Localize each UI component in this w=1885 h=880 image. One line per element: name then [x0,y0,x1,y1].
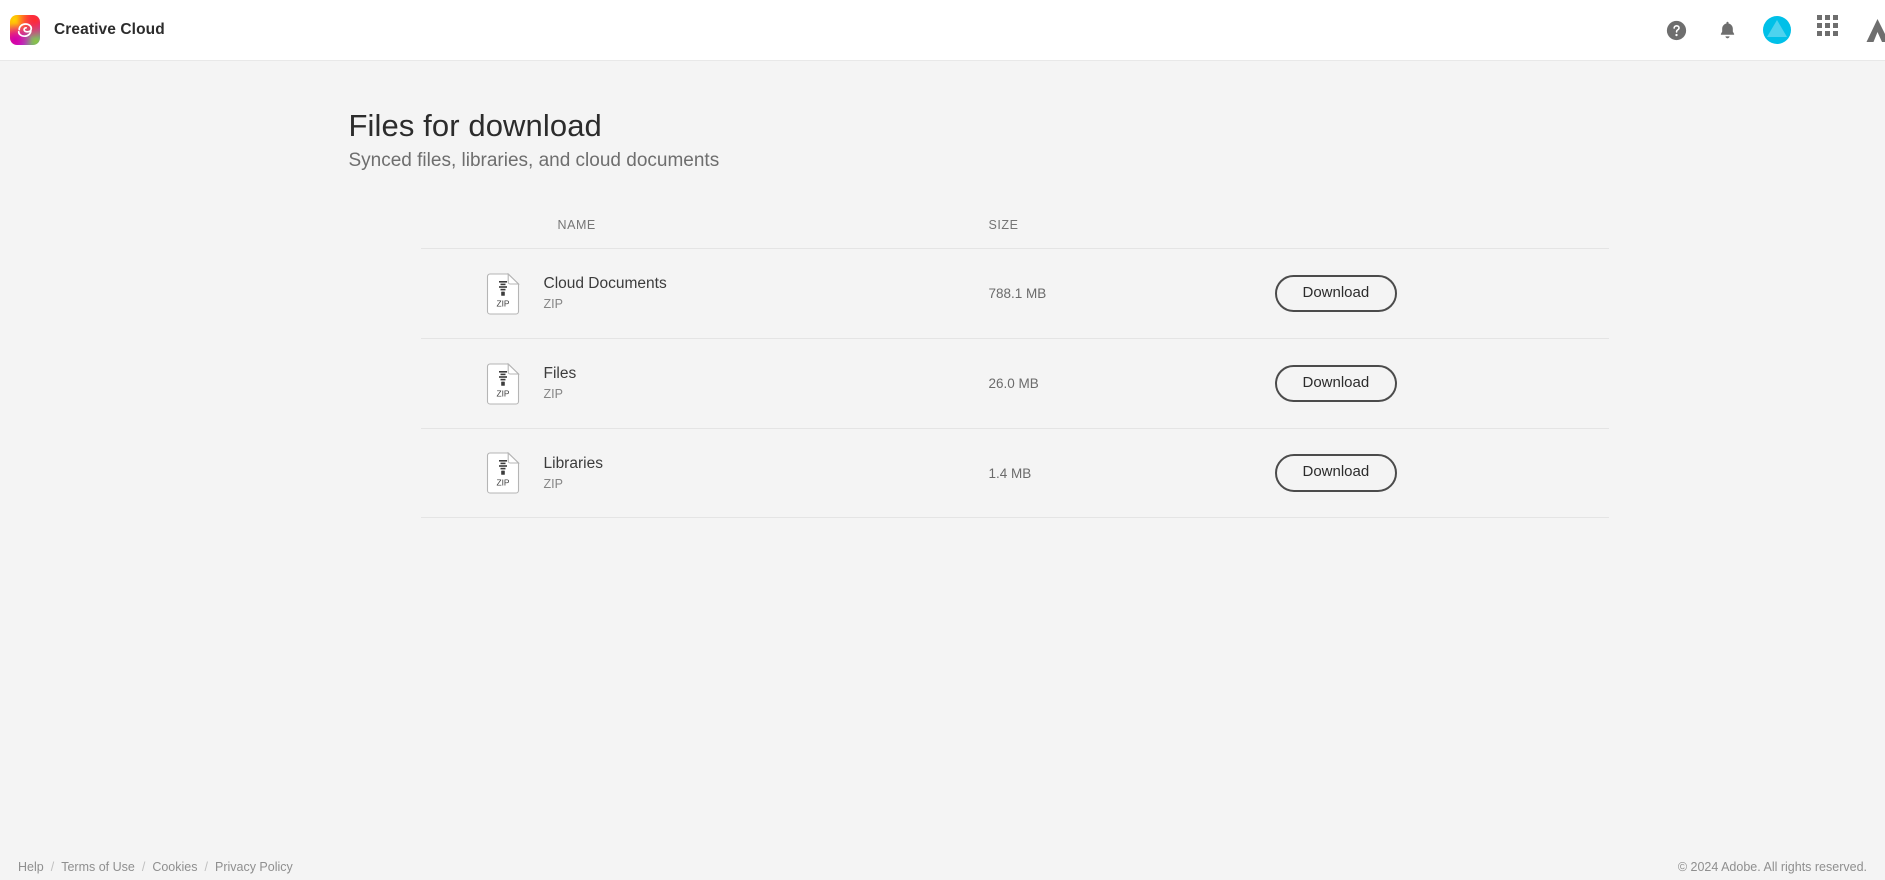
grid-cell [1816,23,1822,28]
footer-link-terms-of-use[interactable]: Terms of Use [61,860,135,874]
grid-cell [1832,23,1838,28]
zip-file-icon: ZIP [486,451,520,494]
grid-cell [1832,31,1838,36]
column-header-size: SIZE [988,218,1019,232]
table-row: ZIP Files ZIP 26.0 MB Download [420,338,1609,428]
file-action-cell: Download [1189,274,1609,313]
svg-text:ZIP: ZIP [496,388,509,398]
app-header: Creative Cloud [0,0,1885,61]
user-avatar[interactable] [1763,16,1791,44]
file-type: ZIP [543,476,563,491]
footer-links: Help / Terms of Use / Cookies / Privacy … [18,860,293,874]
column-header-size-wrap: SIZE [989,216,1189,234]
file-meta: Libraries ZIP [544,455,603,492]
footer-separator: / [141,860,146,874]
download-button[interactable]: Download [1274,454,1398,492]
file-action-cell: Download [1189,364,1609,403]
footer-copyright: © 2024 Adobe. All rights reserved. [1677,860,1867,874]
footer-separator: / [50,860,55,874]
table-row: ZIP Cloud Documents ZIP 788.1 MB Downloa… [420,248,1609,338]
page-title: Files for download [348,108,602,143]
footer-link-cookies[interactable]: Cookies [152,860,197,874]
table-header-row: NAME SIZE [421,216,1609,248]
header-left-group: Creative Cloud [10,15,165,45]
column-header-name-wrap: NAME [421,216,989,234]
footer-separator: / [204,860,208,874]
bell-icon[interactable] [1712,15,1742,45]
file-name-cell: ZIP Files ZIP [421,362,989,405]
creative-cloud-logo-icon [10,15,40,45]
svg-text:ZIP: ZIP [496,298,509,308]
header-right-group [1661,15,1885,45]
svg-text:ZIP: ZIP [496,478,509,488]
creative-cloud-app: Creative Cloud Files for download Synced… [0,0,1885,880]
grid-cell [1824,23,1830,28]
file-meta: Cloud Documents ZIP [544,275,667,312]
zip-file-icon: ZIP [486,362,520,405]
page-footer: Help / Terms of Use / Cookies / Privacy … [0,860,1885,880]
file-type: ZIP [543,297,563,312]
file-name-cell: ZIP Cloud Documents ZIP [421,272,989,315]
app-grid-icon[interactable] [1812,15,1842,45]
table-row: ZIP Libraries ZIP 1.4 MB Download [420,428,1609,518]
help-circle-icon[interactable] [1661,15,1691,45]
footer-link-privacy-policy[interactable]: Privacy Policy [215,860,293,874]
column-header-name: NAME [557,218,596,232]
file-size: 1.4 MB [988,465,1032,481]
zip-file-icon: ZIP [486,272,520,315]
file-type: ZIP [543,387,563,402]
download-button[interactable]: Download [1274,364,1398,403]
file-size: 26.0 MB [988,376,1039,391]
page-subtitle: Synced files, libraries, and cloud docum… [348,150,720,171]
page-inner: Files for download Synced files, librari… [348,61,1609,518]
file-size: 788.1 MB [988,286,1047,301]
grid-cell [1832,15,1838,20]
download-button[interactable]: Download [1274,274,1398,313]
file-action-cell: Download [1189,454,1609,492]
grid-cell [1824,31,1830,36]
grid-cell [1816,15,1822,20]
downloads-table: NAME SIZE ZIP Cloud Documents ZIP 788.1 … [420,216,1609,518]
adobe-logo-icon[interactable] [1863,15,1885,45]
grid-cell [1824,15,1830,20]
footer-link-help[interactable]: Help [18,860,44,874]
grid-cell [1816,31,1822,36]
page-content: Files for download Synced files, librari… [0,61,1885,880]
file-name-cell: ZIP Libraries ZIP [421,451,989,494]
file-title: Files [543,365,577,383]
file-meta: Files ZIP [544,365,577,402]
file-title: Cloud Documents [543,275,667,293]
file-title: Libraries [543,454,603,472]
app-title: Creative Cloud [54,21,165,38]
